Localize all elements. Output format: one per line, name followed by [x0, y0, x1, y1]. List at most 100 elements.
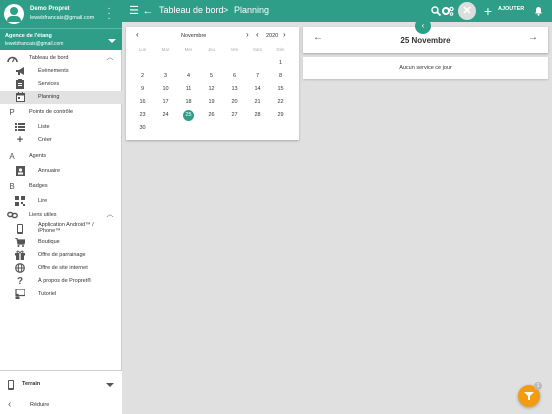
weekday-label: Mer	[184, 47, 193, 52]
nav-item-tutoriel[interactable]: Tutoriel	[0, 288, 122, 301]
calendar-day-number: 10	[162, 86, 169, 92]
calendar-day-number: 3	[163, 73, 168, 79]
terrain-selector[interactable]: Terrain	[0, 375, 122, 393]
nav-item-app[interactable]: Application Android™ / iPhone™	[0, 222, 122, 236]
next-day-arrow-icon[interactable]: →	[528, 32, 538, 43]
nav-section-badges[interactable]: B Badges	[0, 180, 122, 193]
nav-item-evenements[interactable]: Évènements	[0, 65, 122, 78]
nav-item-label: Annuaire	[38, 168, 61, 174]
calendar-day[interactable]: 1	[269, 57, 292, 69]
chevron-left-icon: ‹	[8, 399, 12, 410]
calendar-day[interactable]: 28	[246, 109, 269, 121]
calendar-day[interactable]: 16	[131, 96, 154, 108]
calendar-day[interactable]: 10	[154, 83, 177, 95]
reduce-button[interactable]: ‹ Réduire	[0, 396, 122, 414]
nav-section-label: Liens utiles	[29, 212, 57, 218]
collapse-calendar-icon[interactable]: ‹	[415, 18, 431, 34]
question-mark-icon: ?	[16, 275, 24, 287]
chevron-up-icon[interactable]: ︿	[106, 54, 114, 62]
nav-section-agents[interactable]: A Agents	[0, 150, 122, 163]
nav-item-parrainage[interactable]: Offre de parrainage	[0, 249, 122, 262]
megaphone-icon	[14, 66, 26, 76]
menu-icon[interactable]: ☰	[128, 4, 140, 18]
calendar-day[interactable]: 15	[269, 83, 292, 95]
user-header: Demo Propret lewebfrancais@gmail.com · · ·	[0, 0, 122, 28]
calendar-day-number: 5	[209, 73, 214, 79]
calendar-day[interactable]: 6	[223, 70, 246, 82]
bell-icon[interactable]	[532, 4, 544, 18]
calendar-day[interactable]: 2	[131, 70, 154, 82]
calendar-day[interactable]: 3	[154, 70, 177, 82]
list-icon	[14, 122, 26, 132]
calendar-day[interactable]: 20	[223, 96, 246, 108]
nav-section-dashboard[interactable]: Tableau de bord ︿	[0, 52, 122, 65]
weekday-label: Sam	[252, 47, 263, 52]
next-year-icon[interactable]: ›	[283, 30, 286, 39]
nav-item-site-internet[interactable]: Offre de site internet	[0, 262, 122, 275]
nav-item-a-propos[interactable]: ? À propos de Propret®	[0, 275, 122, 288]
prev-month-icon[interactable]: ‹	[136, 30, 139, 39]
calendar-day[interactable]: 18	[177, 96, 200, 108]
add-button-label[interactable]: AJOUTER	[498, 6, 524, 12]
calendar-day[interactable]: 26	[200, 109, 223, 121]
next-month-icon[interactable]: ›	[246, 30, 249, 39]
calendar-icon	[14, 92, 26, 102]
calendar-day-selected[interactable]: 25	[177, 109, 200, 121]
breadcrumb-planning: Planning	[234, 5, 270, 15]
calendar-day[interactable]: 17	[154, 96, 177, 108]
calendar-day-number: 13	[231, 86, 238, 92]
nav-item-creer[interactable]: + Créer	[0, 134, 122, 147]
calendar-day[interactable]: 29	[269, 109, 292, 121]
calendar-day[interactable]: 7	[246, 70, 269, 82]
calendar-day-number: 20	[231, 99, 238, 105]
filter-fab[interactable]: 1	[518, 382, 542, 407]
nav-item-label: Services	[38, 81, 60, 87]
nav-item-services[interactable]: Services	[0, 78, 122, 91]
plus-icon: +	[16, 134, 24, 146]
tools-icon[interactable]: ✕	[458, 2, 476, 20]
nav-item-annuaire[interactable]: Annuaire	[0, 165, 122, 178]
calendar-day[interactable]: 24	[154, 109, 177, 121]
nav-item-planning[interactable]: Planning	[0, 91, 122, 104]
calendar-day[interactable]: 19	[200, 96, 223, 108]
qr-code-icon	[14, 196, 26, 206]
calendar-day[interactable]: 11	[177, 83, 200, 95]
weekday-label: Mar	[161, 47, 170, 52]
letter-b-icon: B	[9, 181, 15, 191]
chevron-up-icon[interactable]: ︿	[106, 211, 114, 219]
nav-item-label: Boutique	[38, 239, 60, 245]
calendar-day[interactable]: 14	[246, 83, 269, 95]
settings-icon[interactable]	[442, 4, 454, 18]
calendar-day-number: 23	[139, 112, 146, 118]
agency-selector[interactable]: Agence de l'étang lewebfrancais@gmail.co…	[0, 28, 122, 50]
calendar-day[interactable]: 8	[269, 70, 292, 82]
breadcrumb-dashboard[interactable]: Tableau de bord	[159, 5, 224, 15]
link-icon	[6, 210, 18, 220]
calendar-day[interactable]: 13	[223, 83, 246, 95]
nav-item-lire[interactable]: Lire	[0, 195, 122, 208]
mini-calendar: ‹ Novembre › ‹ 2020 › Lun Mar Mer Jeu Ven Sam…	[126, 27, 299, 140]
search-icon[interactable]	[430, 4, 442, 18]
calendar-day[interactable]: 22	[269, 96, 292, 108]
calendar-day[interactable]: 4	[177, 70, 200, 82]
calendar-day[interactable]: 12	[200, 83, 223, 95]
reduce-label: Réduire	[30, 402, 50, 408]
nav-item-boutique[interactable]: Boutique	[0, 236, 122, 249]
nav-section-links[interactable]: Liens utiles ︿	[0, 209, 122, 222]
calendar-day[interactable]: 5	[200, 70, 223, 82]
calendar-day[interactable]: 9	[131, 83, 154, 95]
breadcrumb-separator: >	[223, 5, 229, 15]
calendar-day[interactable]: 21	[246, 96, 269, 108]
nav-section-checkpoints[interactable]: P Points de contrôle	[0, 106, 122, 119]
top-bar: ☰ ← Tableau de bord > Planning ✕ + AJOUT…	[122, 0, 552, 22]
more-vert-icon[interactable]: · · ·	[106, 4, 112, 24]
calendar-day-number: 2	[140, 73, 145, 79]
calendar-day[interactable]: 27	[223, 109, 246, 121]
calendar-day[interactable]: 30	[131, 122, 154, 134]
back-arrow-icon[interactable]: ←	[142, 4, 154, 18]
add-icon[interactable]: +	[482, 4, 494, 18]
prev-year-icon[interactable]: ‹	[256, 30, 259, 39]
nav-item-liste[interactable]: Liste	[0, 121, 122, 134]
nav-item-label: Application Android™ / iPhone™	[38, 222, 94, 234]
calendar-day[interactable]: 23	[131, 109, 154, 121]
